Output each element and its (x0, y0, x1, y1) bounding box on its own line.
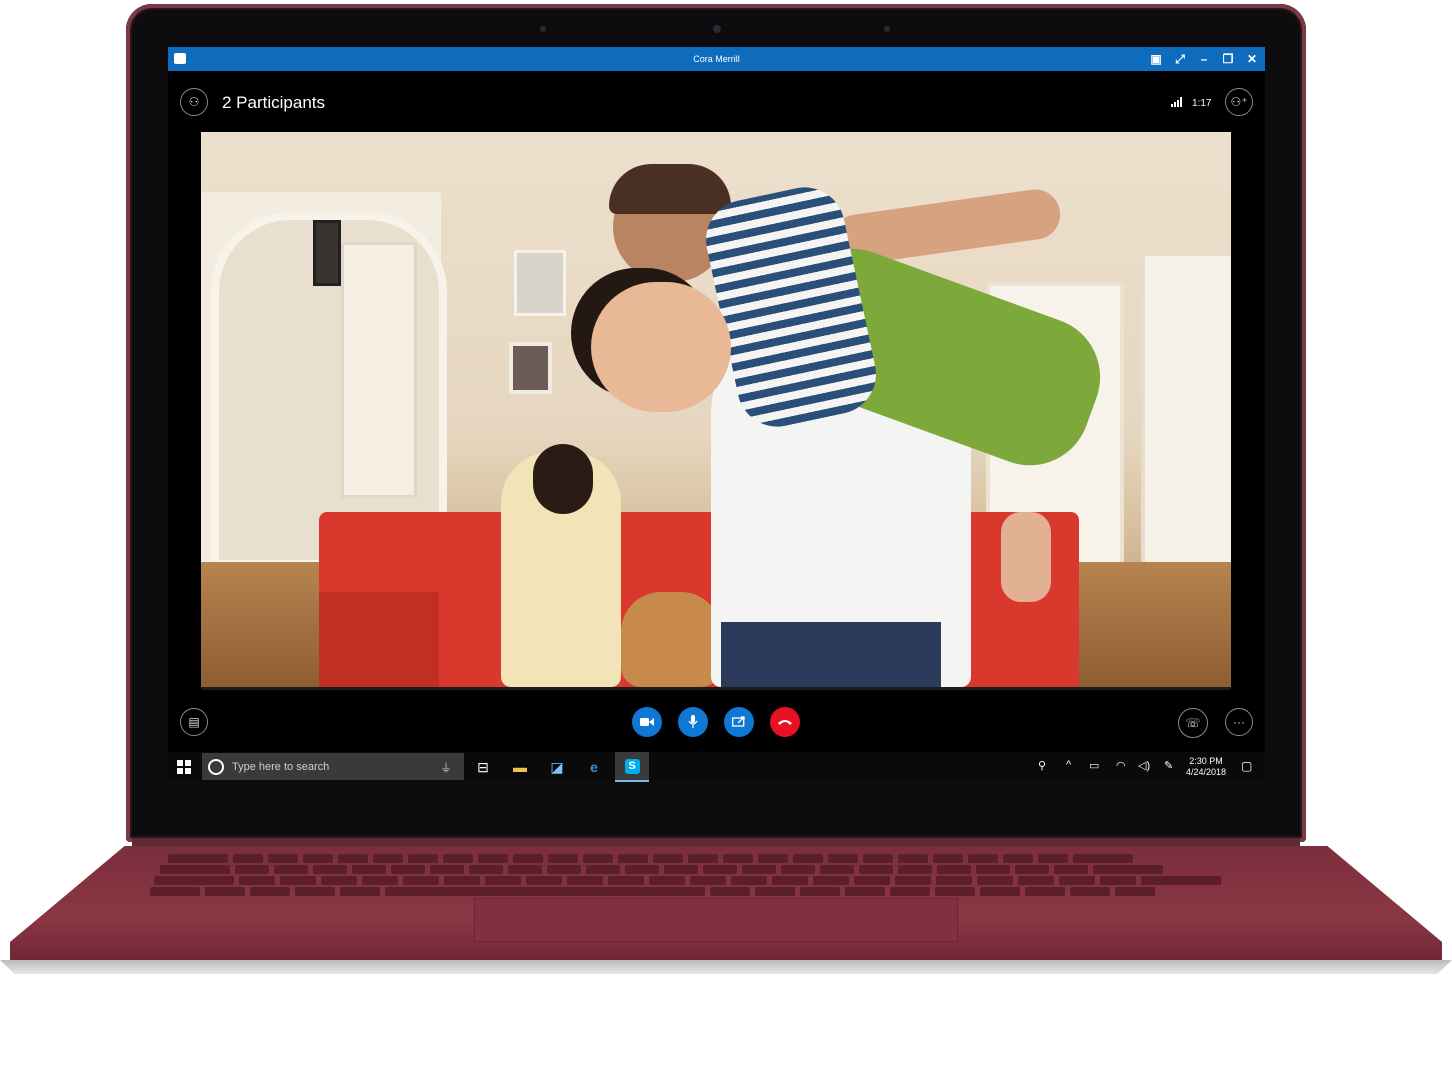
windows-taskbar: Type here to search ⏚ ⊟ ▬ ◪ e S ⚲ ^ ▭ ◠ … (168, 752, 1265, 782)
laptop-base-edge (0, 960, 1452, 974)
screen: Cora Merrill ▣ ⤢ – ❐ ✕ ⚇ 2 Participants … (168, 47, 1265, 782)
file-explorer-icon[interactable]: ▬ (509, 757, 531, 777)
video-jeans (721, 622, 941, 687)
window-title: Cora Merrill (693, 54, 740, 64)
restore-icon[interactable]: ❐ (1221, 51, 1235, 67)
video-hair (609, 164, 731, 214)
participants-icon: ⚇ (188, 95, 200, 109)
remote-video-feed (201, 132, 1231, 687)
share-screen-button[interactable] (724, 707, 754, 737)
video-picture-frame (313, 220, 341, 286)
call-duration: 1:17 (1192, 98, 1212, 109)
store-icon[interactable]: ◪ (546, 757, 568, 777)
taskbar-search-input[interactable]: Type here to search ⏚ (202, 753, 464, 780)
trackpad (474, 898, 958, 942)
add-participant-button[interactable]: ⚇⁺ (1225, 88, 1253, 116)
laptop-hinge (132, 838, 1300, 846)
key-row (150, 887, 1155, 896)
webcam (713, 25, 721, 33)
sensor-dot (540, 26, 546, 32)
key-row (160, 865, 1163, 874)
cortana-icon (208, 759, 224, 775)
video-button[interactable] (632, 707, 662, 737)
skype-icon: S (624, 758, 640, 774)
taskbar-clock[interactable]: 2:30 PM 4/24/2018 (1186, 756, 1226, 778)
video-camera-icon (640, 718, 654, 726)
call-header: ⚇ 2 Participants 1:17 ⚇⁺ (168, 71, 1265, 131)
hang-up-button[interactable] (770, 707, 800, 737)
action-center-icon[interactable]: ▢ (1241, 759, 1252, 773)
chat-icon: ▤ (188, 715, 200, 729)
sensor-dot (884, 26, 890, 32)
snap-icon[interactable]: ▣ (1149, 51, 1163, 67)
clock-date: 4/24/2018 (1186, 767, 1227, 777)
minimize-icon[interactable]: – (1197, 51, 1211, 67)
call-controls-button[interactable]: ☏ (1178, 708, 1208, 738)
add-people-icon: ⚇⁺ (1230, 95, 1248, 109)
phone-settings-icon: ☏ (1185, 716, 1201, 730)
chevron-up-icon[interactable]: ^ (1066, 759, 1071, 771)
participants-label: 2 Participants (222, 93, 325, 112)
people-icon[interactable]: ⚲ (1038, 759, 1046, 772)
task-view-icon[interactable]: ⊟ (472, 757, 494, 777)
skype-taskbar-icon[interactable]: S (615, 752, 649, 782)
hang-up-icon (778, 720, 792, 725)
pen-icon[interactable]: ✎ (1164, 759, 1173, 772)
clock-time: 2:30 PM (1189, 756, 1223, 766)
share-screen-icon (732, 716, 745, 727)
signal-strength-icon (1171, 97, 1182, 107)
video-picture-frame (509, 342, 552, 394)
microphone-icon[interactable]: ⏚ (440, 759, 452, 776)
call-controls: ▤ ☏ ··· (168, 690, 1265, 752)
more-options-button[interactable]: ··· (1225, 708, 1253, 736)
close-icon[interactable]: ✕ (1245, 51, 1259, 67)
edge-browser-icon[interactable]: e (583, 757, 605, 777)
video-picture-frame (514, 250, 566, 316)
chat-button[interactable]: ▤ (180, 708, 208, 736)
window-controls: ▣ ⤢ – ❐ ✕ (1149, 51, 1259, 67)
video-person-head (533, 444, 593, 514)
microphone-icon (688, 715, 698, 728)
video-couch-arm (319, 592, 439, 687)
search-placeholder: Type here to search (232, 761, 330, 773)
window-titlebar: Cora Merrill ▣ ⤢ – ❐ ✕ (168, 47, 1265, 71)
wifi-icon[interactable]: ◠ (1116, 759, 1126, 772)
volume-icon[interactable]: ◁) (1138, 759, 1150, 772)
video-child-head (591, 282, 731, 412)
laptop-keyboard (150, 854, 1300, 896)
video-dog (621, 592, 721, 687)
video-child-leg (1001, 512, 1051, 602)
key-row (168, 854, 1133, 863)
video-door (341, 242, 417, 498)
participants-button[interactable]: ⚇ (180, 88, 208, 116)
key-row (154, 876, 1221, 885)
fullscreen-icon[interactable]: ⤢ (1173, 51, 1187, 67)
ellipsis-icon: ··· (1233, 715, 1245, 729)
windows-start-icon[interactable] (177, 760, 191, 774)
mute-button[interactable] (678, 707, 708, 737)
battery-icon[interactable]: ▭ (1089, 759, 1099, 772)
